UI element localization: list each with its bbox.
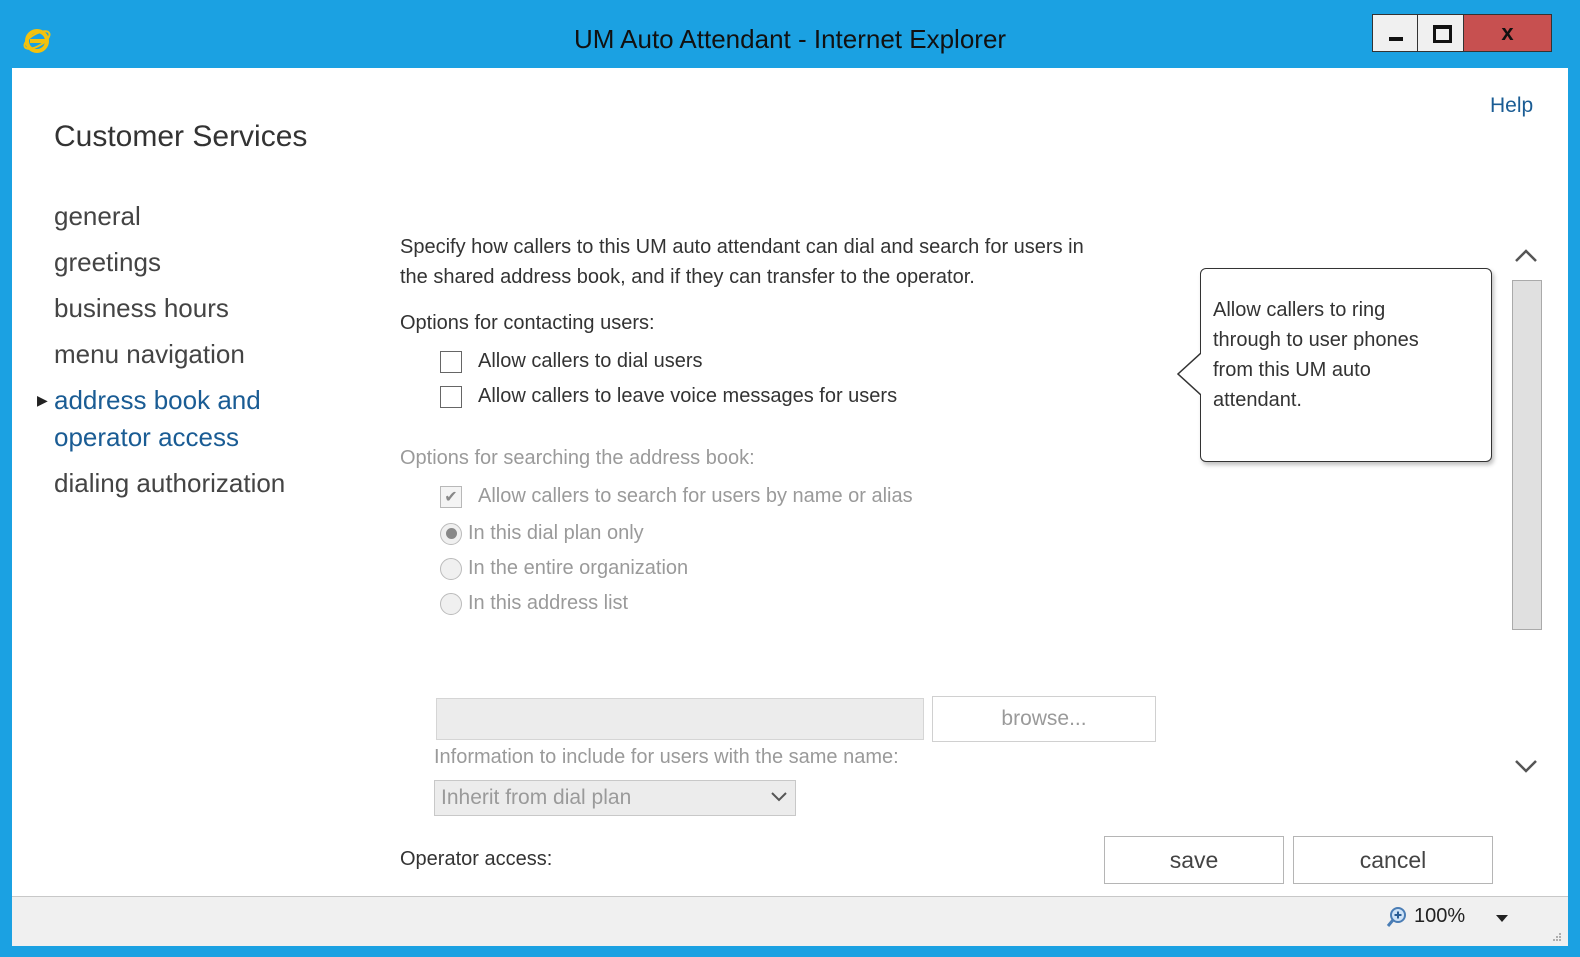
same-name-select[interactable]: Inherit from dial plan bbox=[434, 780, 796, 816]
save-button[interactable]: save bbox=[1104, 836, 1284, 884]
nav-item-business-hours[interactable]: business hours bbox=[54, 290, 374, 327]
callout-line-3: from this UM auto bbox=[1213, 359, 1371, 381]
same-name-label: Information to include for users with th… bbox=[434, 746, 899, 768]
settings-form: Specify how callers to this UM auto atte… bbox=[400, 232, 1180, 870]
help-callout: Allow callers to ring through to user ph… bbox=[1177, 268, 1492, 462]
radio-dial-plan-label: In this dial plan only bbox=[468, 522, 644, 544]
radio-entire-org-label: In the entire organization bbox=[468, 557, 689, 579]
nav-item-dialing-authorization[interactable]: dialing authorization bbox=[54, 465, 374, 502]
radio-entire-org[interactable] bbox=[440, 557, 462, 580]
checkmark-icon: ✔ bbox=[444, 488, 458, 506]
dial-users-label: Allow callers to dial users bbox=[478, 350, 703, 372]
radio-address-list-option[interactable]: In this address list bbox=[440, 592, 628, 615]
intro-line-1: Specify how callers to this UM auto atte… bbox=[400, 236, 1084, 258]
zoom-control[interactable]: 100% bbox=[1386, 905, 1465, 928]
status-bar: 100% bbox=[12, 896, 1568, 946]
scrollbar-thumb[interactable] bbox=[1512, 280, 1542, 630]
nav-item-general[interactable]: general bbox=[54, 198, 374, 235]
chevron-up-icon[interactable] bbox=[1512, 244, 1540, 268]
voice-messages-option[interactable]: Allow callers to leave voice messages fo… bbox=[440, 385, 897, 408]
dial-users-option[interactable]: Allow callers to dial users bbox=[440, 350, 703, 373]
radio-address-list[interactable] bbox=[440, 592, 462, 615]
nav-item-address-book-line1: address book and bbox=[54, 385, 261, 415]
page-content: Help Customer Services general greetings… bbox=[12, 68, 1568, 896]
same-name-selected-value: Inherit from dial plan bbox=[441, 786, 632, 809]
minimize-button[interactable] bbox=[1372, 14, 1418, 52]
radio-address-list-label: In this address list bbox=[468, 592, 629, 614]
search-by-name-checkbox[interactable]: ✔ bbox=[440, 485, 462, 508]
triangle-right-icon: ▶ bbox=[37, 392, 48, 408]
voice-messages-label: Allow callers to leave voice messages fo… bbox=[478, 385, 898, 407]
search-by-name-label: Allow callers to search for users by nam… bbox=[478, 485, 913, 507]
intro-text: Specify how callers to this UM auto atte… bbox=[400, 232, 1180, 292]
zoom-dropdown-icon[interactable] bbox=[1496, 915, 1508, 922]
help-link[interactable]: Help bbox=[1490, 94, 1533, 118]
search-by-name-option[interactable]: ✔ Allow callers to search for users by n… bbox=[440, 485, 913, 508]
dial-users-checkbox[interactable] bbox=[440, 350, 462, 373]
operator-section-label: Operator access: bbox=[400, 848, 553, 870]
close-icon: x bbox=[1501, 20, 1514, 45]
searching-section-label: Options for searching the address book: bbox=[400, 447, 755, 469]
voice-messages-checkbox[interactable] bbox=[440, 385, 462, 408]
address-list-input[interactable] bbox=[436, 698, 924, 740]
callout-line-2: through to user phones bbox=[1213, 329, 1419, 351]
nav-item-address-book-line2: operator access bbox=[54, 422, 239, 452]
maximize-button[interactable] bbox=[1418, 14, 1464, 52]
nav-item-greetings[interactable]: greetings bbox=[54, 244, 374, 281]
browse-button[interactable]: browse... bbox=[932, 696, 1156, 742]
nav-item-menu-navigation[interactable]: menu navigation bbox=[54, 336, 374, 373]
close-button[interactable]: x bbox=[1464, 14, 1552, 52]
callout-text: Allow callers to ring through to user ph… bbox=[1213, 295, 1479, 415]
zoom-level: 100% bbox=[1414, 905, 1466, 927]
intro-line-2: the shared address book, and if they can… bbox=[400, 266, 975, 288]
callout-line-1: Allow callers to ring bbox=[1213, 299, 1386, 321]
nav-item-address-book[interactable]: ▶ address book and operator access bbox=[37, 382, 374, 456]
radio-entire-org-option[interactable]: In the entire organization bbox=[440, 557, 688, 580]
callout-pointer bbox=[1177, 353, 1201, 395]
maximize-icon bbox=[1433, 25, 1452, 43]
zoom-in-icon bbox=[1386, 906, 1406, 927]
window-title: UM Auto Attendant - Internet Explorer bbox=[573, 24, 1007, 54]
title-bar: UM Auto Attendant - Internet Explorer x bbox=[0, 0, 1580, 68]
radio-selected-dot bbox=[445, 528, 457, 539]
page-title: Customer Services bbox=[54, 120, 308, 153]
minimize-icon bbox=[1389, 37, 1403, 41]
browser-window: UM Auto Attendant - Internet Explorer x … bbox=[0, 0, 1580, 957]
contacting-section-label: Options for contacting users: bbox=[400, 312, 655, 334]
radio-dial-plan[interactable] bbox=[440, 522, 462, 545]
chevron-down-icon[interactable] bbox=[1512, 754, 1540, 778]
radio-dial-plan-option[interactable]: In this dial plan only bbox=[440, 522, 644, 545]
resize-grip-icon[interactable] bbox=[1552, 932, 1562, 942]
chevron-down-icon bbox=[771, 792, 787, 802]
callout-line-4: attendant. bbox=[1213, 389, 1302, 411]
cancel-button[interactable]: cancel bbox=[1293, 836, 1493, 884]
sidebar-nav: general greetings business hours menu na… bbox=[37, 198, 374, 511]
